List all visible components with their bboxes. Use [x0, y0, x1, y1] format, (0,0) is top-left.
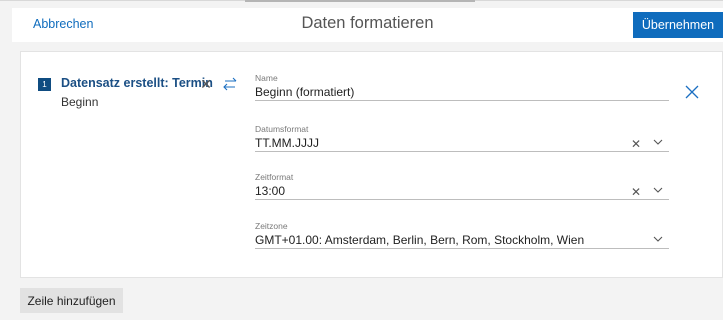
timezone-value[interactable]: GMT+01.00: Amsterdam, Berlin, Bern, Rom,…: [255, 233, 584, 247]
date-format-field[interactable]: Datumsformat TT.MM.JJJJ ✕: [255, 124, 669, 152]
name-field-label: Name: [255, 73, 278, 83]
time-format-label: Zeitformat: [255, 172, 294, 182]
clear-icon[interactable]: ✕: [631, 185, 641, 199]
chevron-down-icon[interactable]: [653, 139, 663, 146]
dialog-header: Abbrechen Daten formatieren Übernehmen: [12, 8, 723, 42]
swap-arrows-icon[interactable]: [222, 77, 238, 91]
chevron-down-icon[interactable]: [653, 187, 663, 194]
record-field-name: Beginn: [61, 95, 99, 109]
name-field[interactable]: Name Beginn (formatiert): [255, 73, 669, 101]
date-format-label: Datumsformat: [255, 124, 309, 134]
date-format-value[interactable]: TT.MM.JJJJ: [255, 136, 319, 150]
time-format-value[interactable]: 13:00: [255, 184, 285, 198]
cancel-link[interactable]: Abbrechen: [33, 17, 93, 31]
chevron-down-icon[interactable]: [653, 236, 663, 243]
close-icon[interactable]: ✕: [199, 77, 213, 91]
name-field-value[interactable]: Beginn (formatiert): [255, 85, 354, 99]
time-format-field[interactable]: Zeitformat 13:00 ✕: [255, 172, 669, 200]
timezone-field[interactable]: Zeitzone GMT+01.00: Amsterdam, Berlin, B…: [255, 221, 669, 249]
format-panel: 1 Datensatz erstellt: Termin Beginn ✕ Na…: [20, 51, 723, 278]
dialog-title: Daten formatieren: [301, 14, 434, 32]
top-scroll-indicator: [245, 0, 475, 2]
record-index-badge: 1: [38, 78, 51, 91]
timezone-label: Zeitzone: [255, 221, 288, 231]
add-row-button[interactable]: Zeile hinzufügen: [20, 288, 123, 313]
clear-icon[interactable]: ✕: [631, 137, 641, 151]
apply-button[interactable]: Übernehmen: [633, 12, 723, 38]
record-title: Datensatz erstellt: Termin: [61, 76, 213, 90]
close-panel-icon[interactable]: [684, 84, 700, 100]
